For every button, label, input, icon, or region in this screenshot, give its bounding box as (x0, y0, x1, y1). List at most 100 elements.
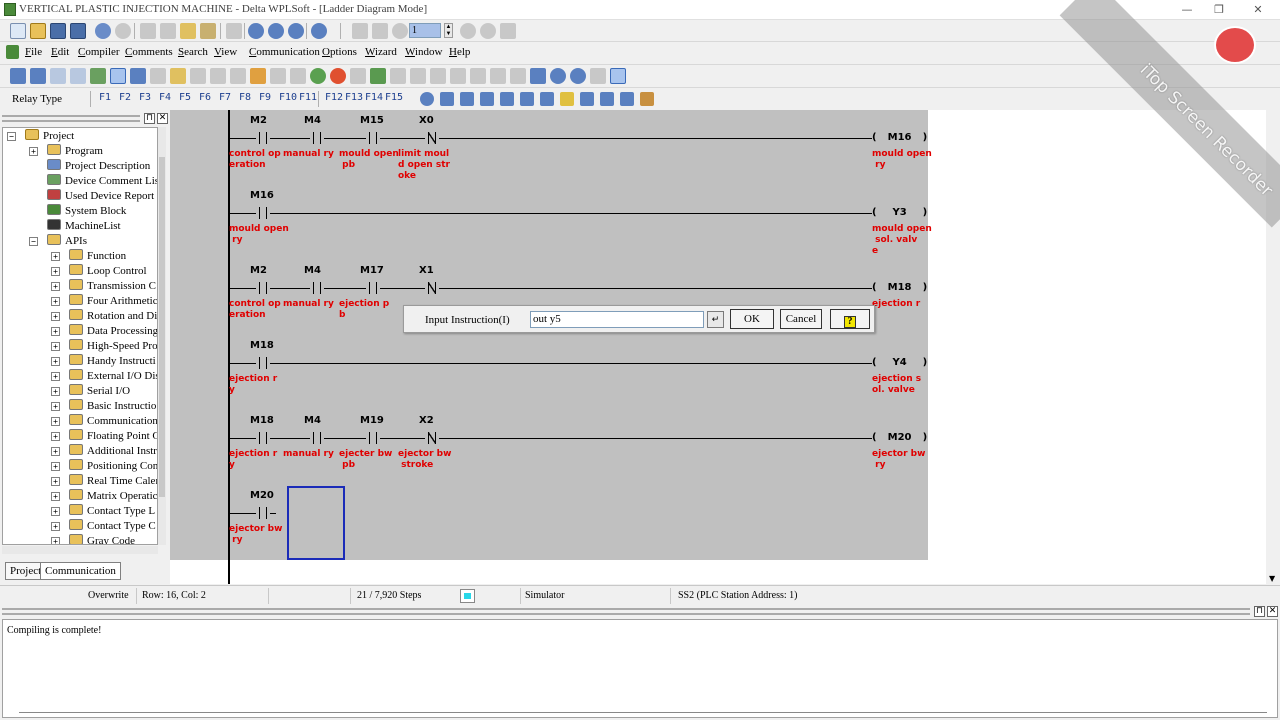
output-coil[interactable]: (Y3) (872, 207, 927, 218)
tool-i-icon[interactable] (390, 68, 406, 84)
no-contact[interactable] (366, 132, 380, 144)
api-button[interactable]: F8 (239, 92, 251, 103)
tree-item[interactable]: High-Speed Pro (69, 339, 157, 354)
tool-diamond-icon[interactable] (520, 92, 534, 106)
tree-item[interactable]: Handy Instructi (69, 354, 156, 369)
tree-expander[interactable]: + (51, 372, 60, 381)
panel-pin-button[interactable]: ⊓ (144, 113, 155, 124)
menu-compiler[interactable]: Compiler (78, 46, 120, 58)
tree-item[interactable]: Four Arithmetic (69, 294, 157, 309)
no-contact-button[interactable]: F1 (99, 92, 111, 103)
instruction-input[interactable]: out y5 (530, 311, 704, 328)
vertical-line-button[interactable]: F6 (199, 92, 211, 103)
output-pin-button[interactable]: ⊓ (1254, 606, 1265, 617)
menu-options[interactable]: Options (322, 46, 357, 58)
tool-box-icon[interactable] (440, 92, 454, 106)
tree-expander[interactable]: + (51, 297, 60, 306)
output-coil[interactable]: (M16) (872, 132, 927, 143)
menu-wizard[interactable]: Wizard (365, 46, 397, 58)
tool-c-icon[interactable] (230, 68, 246, 84)
tool-n-icon[interactable] (490, 68, 506, 84)
invert-button[interactable]: F9 (259, 92, 271, 103)
tree-item[interactable]: Program (47, 144, 103, 159)
tree-expander[interactable]: + (51, 507, 60, 516)
save-all-icon[interactable] (70, 23, 86, 39)
menu-view[interactable]: View (214, 46, 237, 58)
tree-item[interactable]: Basic Instructio (69, 399, 156, 414)
tool-list-icon[interactable] (580, 92, 594, 106)
disconnect-icon[interactable] (115, 23, 131, 39)
tree-item[interactable]: Matrix Operatic (69, 489, 157, 504)
new-file-icon[interactable] (10, 23, 26, 39)
output-coil[interactable]: (M18) (872, 282, 927, 293)
tree-expander[interactable]: + (51, 492, 60, 501)
tree-expander[interactable]: + (51, 342, 60, 351)
tree-item[interactable]: Used Device Report (47, 189, 154, 204)
tree-expander[interactable]: + (51, 357, 60, 366)
tool-mail-icon[interactable] (560, 92, 574, 106)
tree-expander[interactable]: + (51, 537, 60, 544)
ok-button[interactable]: OK (730, 309, 774, 329)
tree-expander[interactable]: + (51, 402, 60, 411)
run-plc-icon[interactable] (310, 68, 326, 84)
tool-bar-icon[interactable] (600, 92, 614, 106)
menu-comments[interactable]: Comments (125, 46, 173, 58)
cut-icon[interactable] (140, 23, 156, 39)
tree-item[interactable]: Contact Type L (69, 504, 155, 519)
cancel-button[interactable]: Cancel (780, 309, 822, 329)
save-icon[interactable] (50, 23, 66, 39)
step-input[interactable]: 1 (409, 23, 441, 38)
tree-item[interactable]: Real Time Caler (69, 474, 157, 489)
help-icon[interactable] (311, 23, 327, 39)
horizontal-line-button[interactable]: F5 (179, 92, 191, 103)
tool-k-icon[interactable] (430, 68, 446, 84)
tool-m-icon[interactable] (470, 68, 486, 84)
stop-icon[interactable] (460, 23, 476, 39)
tree-item[interactable]: Floating Point C (69, 429, 157, 444)
delete-line-button[interactable]: F14 (365, 92, 383, 103)
no-contact[interactable] (256, 432, 270, 444)
tool-link-icon[interactable] (500, 92, 514, 106)
panel-close-button[interactable]: ✕ (157, 113, 168, 124)
paste-icon[interactable] (180, 23, 196, 39)
close-button[interactable]: ✕ (1247, 2, 1269, 18)
tree-item[interactable]: Loop Control (69, 264, 147, 279)
run-icon[interactable] (392, 23, 408, 39)
wizard-icon[interactable] (170, 68, 186, 84)
minimize-button[interactable]: — (1176, 2, 1198, 18)
output-coil[interactable]: (Y4) (872, 357, 927, 368)
tool-graph-icon[interactable] (460, 92, 474, 106)
tree-item[interactable]: Serial I/O (69, 384, 130, 399)
tree-expander[interactable]: + (51, 462, 60, 471)
tree-item[interactable]: Contact Type C (69, 519, 156, 534)
tool-h-icon[interactable] (370, 68, 386, 84)
nc-contact[interactable] (425, 432, 439, 444)
tree-expander[interactable]: + (51, 312, 60, 321)
tree-item[interactable]: Data Processing (69, 324, 157, 339)
tree-item[interactable]: Function (69, 249, 126, 264)
tree-expander[interactable]: + (51, 267, 60, 276)
tool-l-icon[interactable] (450, 68, 466, 84)
no-contact[interactable] (256, 207, 270, 219)
edit-comment-icon[interactable] (90, 68, 106, 84)
output-coil[interactable]: (M20) (872, 432, 927, 443)
tree-expander[interactable]: + (51, 522, 60, 531)
find-icon[interactable] (550, 68, 566, 84)
no-contact[interactable] (310, 282, 324, 294)
rising-edge-button[interactable]: F10 (279, 92, 297, 103)
tree-expander[interactable]: − (7, 132, 16, 141)
tree-item[interactable]: System Block (47, 204, 126, 219)
tool-a-icon[interactable] (190, 68, 206, 84)
zoom-in-icon[interactable] (268, 23, 284, 39)
tool-g-icon[interactable] (350, 68, 366, 84)
parallel-nc-button[interactable]: F4 (159, 92, 171, 103)
tree-root[interactable]: Project (25, 129, 74, 144)
scroll-down-arrow[interactable]: ▼ (1269, 574, 1275, 583)
menu-help[interactable]: Help (449, 46, 470, 58)
ladder-editor[interactable]: M2 control op eration M4 manual ry M15 mould … (170, 110, 1267, 584)
ladder-canvas[interactable] (170, 110, 928, 560)
tree-item[interactable]: APIs (47, 234, 87, 249)
tree-item[interactable]: Communication (69, 414, 157, 429)
tool-q-icon[interactable] (590, 68, 606, 84)
tree-expander[interactable]: + (29, 147, 38, 156)
